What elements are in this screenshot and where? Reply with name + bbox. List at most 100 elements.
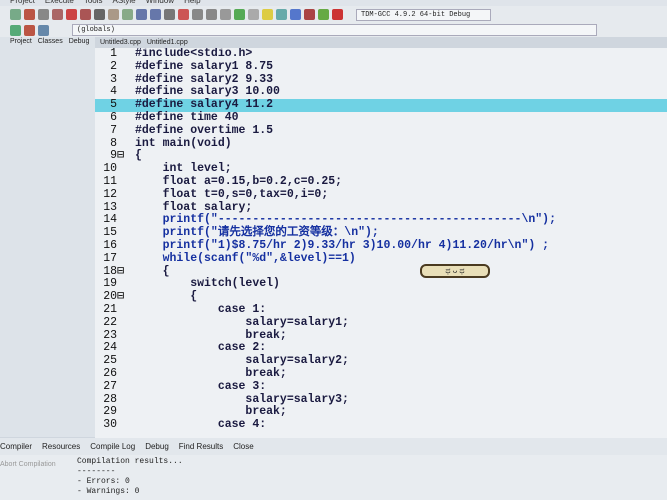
fold-gutter	[117, 304, 127, 317]
code-text: case 1:	[135, 302, 267, 316]
line-number: 16	[103, 238, 117, 252]
bottom-tabs: Compiler Resources Compile Log Debug Find Re…	[0, 438, 667, 455]
abort-compilation-button[interactable]: Abort Compilation	[0, 461, 56, 468]
secondary-toolbar: (globals)	[0, 23, 667, 37]
line-number: 7	[110, 123, 117, 137]
code-text: #define overtime 1.5	[135, 123, 274, 137]
toolbar-icon-21[interactable]	[304, 9, 315, 20]
code-text: break;	[135, 366, 287, 380]
line-number: 27	[103, 379, 117, 393]
toolbar-icon-1[interactable]	[24, 9, 35, 20]
fold-toggle-icon[interactable]: ⊟	[117, 150, 127, 163]
toolbar-icon-15[interactable]	[220, 9, 231, 20]
fold-gutter	[117, 202, 127, 215]
file-tabs: Untitled3.cpp Untitled1.cpp	[100, 37, 188, 46]
fold-toggle-icon[interactable]: ⊟	[117, 290, 127, 304]
fold-gutter	[117, 419, 127, 432]
output-line: Compilation results...	[77, 457, 183, 466]
file-tab[interactable]: Untitled3.cpp	[100, 39, 141, 46]
compiler-select[interactable]: TDM-GCC 4.9.2 64-bit Debug	[356, 8, 491, 21]
bottom-tab-debug[interactable]: Debug	[145, 442, 169, 451]
line-number: 6	[110, 110, 117, 124]
code-line: 22 salary=salary1;	[95, 315, 667, 330]
fold-gutter	[117, 381, 127, 394]
code-text: float a=0.15,b=0.2,c=0.25;	[135, 174, 343, 188]
toolbar-icon-13[interactable]	[192, 9, 203, 20]
toolbar-icon-0[interactable]	[10, 9, 21, 20]
scope-select[interactable]: (globals)	[72, 24, 597, 36]
line-number: 12	[103, 187, 117, 201]
bookmark-icon[interactable]	[24, 24, 35, 36]
tab-debug[interactable]: Debug	[69, 38, 90, 45]
toolbar-icon-6[interactable]	[94, 9, 105, 20]
tab-project[interactable]: Project	[10, 38, 32, 45]
menu-tools[interactable]: Tools	[84, 0, 103, 5]
class-icon[interactable]	[10, 24, 21, 36]
fold-gutter	[117, 86, 127, 99]
toolbar-icon-14[interactable]	[206, 9, 217, 20]
toolbar-icon-18[interactable]	[262, 9, 273, 20]
bottom-tab-close[interactable]: Close	[233, 442, 253, 451]
toolbar-icon-10[interactable]	[150, 9, 161, 20]
toolbar-icon-16[interactable]	[234, 9, 245, 20]
fold-gutter	[117, 163, 127, 176]
line-number: 21	[103, 302, 117, 316]
code-line: 27 case 3:	[95, 379, 667, 394]
code-line: 7 #define overtime 1.5	[95, 123, 667, 138]
output-line: --------	[77, 467, 116, 476]
fold-gutter	[117, 189, 127, 202]
code-line: 11 float a=0.15,b=0.2,c=0.25;	[95, 174, 667, 189]
toolbar-icon-9[interactable]	[136, 9, 147, 20]
toolbar-icon-3[interactable]	[52, 9, 63, 20]
toolbar-icon-22[interactable]	[318, 9, 329, 20]
toolbar-icon-11[interactable]	[164, 9, 175, 20]
menu-help[interactable]: Help	[184, 0, 200, 5]
toolbar-icon-2[interactable]	[38, 9, 49, 20]
file-tab[interactable]: Untitled1.cpp	[147, 39, 188, 46]
bottom-tab-compiler[interactable]: Compiler	[0, 442, 32, 451]
code-line: 25 salary=salary2;	[95, 354, 667, 368]
line-number: 22	[103, 315, 117, 329]
toolbar-icon-19[interactable]	[276, 9, 287, 20]
toolbar-icon-5[interactable]	[80, 9, 91, 20]
toolbar-icon-17[interactable]	[248, 9, 259, 20]
toolbar-icon-20[interactable]	[290, 9, 301, 20]
fold-gutter	[117, 125, 127, 138]
line-number: 30	[103, 418, 117, 432]
line-number: 11	[103, 174, 117, 188]
toolbar-icon-7[interactable]	[108, 9, 119, 20]
bottom-tab-resources[interactable]: Resources	[42, 442, 80, 451]
compile-log: Compilation results... -------- - Errors: …	[77, 457, 183, 497]
tab-classes[interactable]: Classes	[38, 38, 63, 45]
code-line: 8 int main(void)	[95, 136, 667, 151]
code-text: #define time 40	[135, 110, 239, 124]
bottom-tab-find-results[interactable]: Find Results	[179, 442, 223, 451]
output-line: - Errors: 0	[77, 477, 130, 486]
code-text: #define salary1 8.75	[135, 59, 274, 73]
toolbar-icon-12[interactable]	[178, 9, 189, 20]
fold-toggle-icon[interactable]: ⊟	[117, 265, 127, 279]
toolbar-icon-23[interactable]	[332, 9, 343, 20]
fold-gutter	[117, 368, 127, 381]
goto-icon[interactable]	[38, 24, 49, 36]
menu-execute[interactable]: Execute	[45, 0, 74, 5]
code-line: 26 break;	[95, 366, 667, 381]
menu-window[interactable]: Window	[146, 0, 174, 5]
code-text: int main(void)	[135, 136, 232, 150]
fold-gutter	[117, 227, 127, 240]
fold-gutter	[117, 342, 127, 355]
bottom-tab-compile-log[interactable]: Compile Log	[90, 442, 135, 451]
code-editor[interactable]: 1 #include<stdio.h> 2 #define salary1 8.75 3…	[95, 48, 667, 438]
fold-gutter	[117, 99, 127, 112]
line-number: 1	[110, 48, 117, 60]
menu-project[interactable]: Project	[10, 0, 35, 5]
code-text: salary=salary1;	[135, 315, 349, 329]
fold-gutter	[117, 240, 127, 253]
toolbar-icon-8[interactable]	[122, 9, 133, 20]
code-line: 17 while(scanf("%d",&level)==1)	[95, 252, 667, 266]
menu-astyle[interactable]: AStyle	[113, 0, 136, 5]
code-line: 12 float t=0,s=0,tax=0,i=0;	[95, 187, 667, 202]
fold-gutter	[117, 355, 127, 368]
toolbar-icon-4[interactable]	[66, 9, 77, 20]
main-toolbar: TDM-GCC 4.9.2 64-bit Debug	[0, 6, 667, 23]
